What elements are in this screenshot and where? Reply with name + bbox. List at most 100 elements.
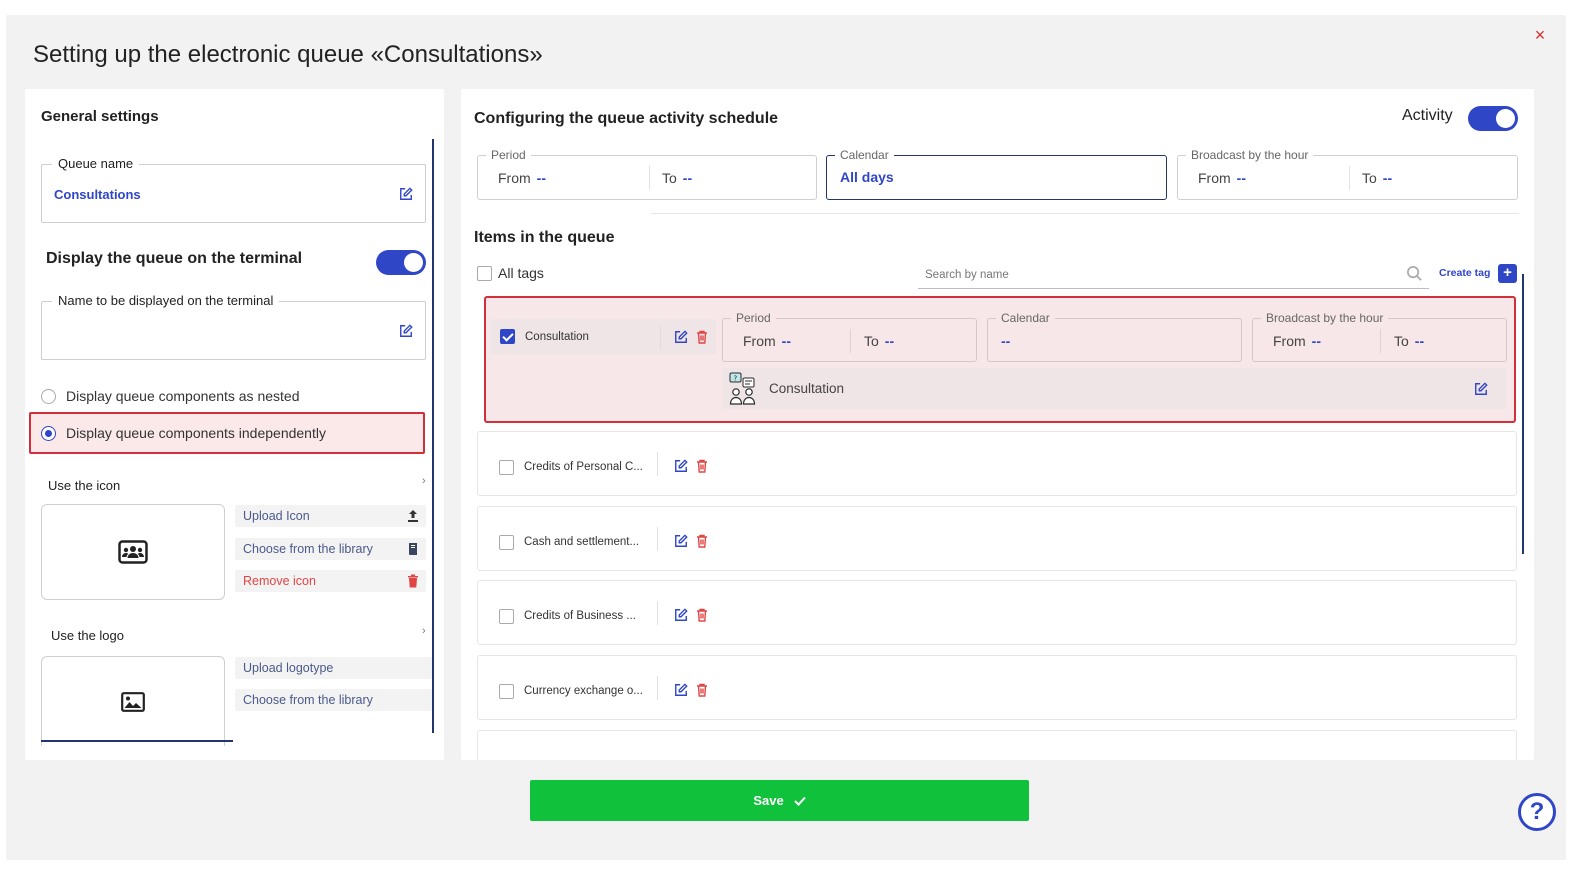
- list-item[interactable]: Cash and settlement...: [477, 506, 1517, 571]
- item-broadcast-field[interactable]: Broadcast by the hour From -- To --: [1252, 311, 1507, 362]
- items-title: Items in the queue: [474, 229, 615, 246]
- upload-logotype-button[interactable]: Upload logotype: [235, 657, 433, 679]
- terminal-display-title: Display the queue on the terminal: [46, 250, 303, 267]
- chevron-right-icon[interactable]: ›: [422, 625, 426, 637]
- broadcast-to[interactable]: To --: [1394, 333, 1424, 349]
- radio-independent[interactable]: Display queue components independently: [41, 421, 326, 445]
- list-item[interactable]: Credits of Personal C...: [477, 431, 1517, 496]
- trash-icon[interactable]: [696, 608, 708, 622]
- trash-icon[interactable]: [696, 459, 708, 473]
- broadcast-field[interactable]: Broadcast by the hour From -- To --: [1177, 148, 1518, 200]
- search-input[interactable]: [925, 265, 1395, 285]
- trash-icon: [408, 574, 418, 588]
- choose-library-logo-button[interactable]: Choose from the library: [235, 689, 433, 711]
- item-checkbox[interactable]: [499, 609, 514, 624]
- from-label: From: [1198, 170, 1231, 186]
- terminal-name-field[interactable]: Name to be displayed on the terminal: [41, 293, 426, 360]
- book-icon: [409, 543, 417, 555]
- remove-icon-button[interactable]: Remove icon: [235, 570, 426, 592]
- calendar-legend: Calendar: [835, 148, 894, 162]
- save-label: Save: [753, 793, 784, 808]
- close-button[interactable]: ×: [1528, 23, 1552, 47]
- list-item[interactable]: Credits of Business ...: [477, 580, 1517, 645]
- broadcast-from[interactable]: From --: [1273, 333, 1321, 349]
- period-from[interactable]: From --: [498, 170, 546, 186]
- period-from[interactable]: From --: [743, 333, 791, 349]
- trash-icon[interactable]: [696, 330, 708, 344]
- broadcast-from[interactable]: From --: [1198, 170, 1246, 186]
- search-box: [918, 261, 1429, 289]
- list-item[interactable]: Currency exchange o...: [477, 655, 1517, 720]
- terminal-display-toggle[interactable]: [376, 250, 426, 275]
- item-name: Cash and settlement...: [524, 536, 640, 548]
- radio-nested-circle[interactable]: [41, 388, 56, 404]
- all-tags-checkbox[interactable]: [477, 266, 492, 281]
- item-checkbox[interactable]: [499, 684, 514, 699]
- to-label: To: [864, 333, 879, 349]
- trash-icon[interactable]: [696, 683, 708, 697]
- radio-nested-label: Display queue components as nested: [66, 388, 300, 404]
- scrollbar[interactable]: [1522, 274, 1524, 554]
- queue-name-label: Queue name: [52, 156, 140, 171]
- broadcast-legend: Broadcast by the hour: [1261, 311, 1389, 325]
- list-item[interactable]: [477, 730, 1517, 760]
- selected-item-card: Consultation Period From -- To -- Calendar…: [484, 296, 1516, 423]
- to-label: To: [1362, 170, 1377, 186]
- radio-nested[interactable]: Display queue components as nested: [41, 384, 299, 408]
- terminal-name-label: Name to be displayed on the terminal: [52, 293, 280, 308]
- item-calendar-field[interactable]: Calendar --: [987, 311, 1242, 362]
- scrollbar[interactable]: [432, 139, 434, 733]
- item-checkbox[interactable]: [499, 535, 514, 550]
- chevron-right-icon[interactable]: ›: [422, 475, 426, 487]
- component-row[interactable]: ? Consultation: [722, 368, 1506, 409]
- general-settings-title: General settings: [41, 108, 159, 125]
- trash-icon[interactable]: [696, 534, 708, 548]
- create-tag-button[interactable]: +: [1498, 264, 1517, 283]
- upload-logotype-label: Upload logotype: [243, 661, 334, 675]
- edit-icon[interactable]: [674, 459, 688, 473]
- from-value: --: [781, 333, 791, 349]
- period-to[interactable]: To --: [662, 170, 692, 186]
- to-value: --: [682, 170, 693, 186]
- create-tag-link[interactable]: Create tag: [1439, 267, 1490, 279]
- use-logo-label: Use the logo: [51, 628, 124, 643]
- choose-library-logo-label: Choose from the library: [243, 693, 373, 707]
- edit-icon[interactable]: [674, 608, 688, 622]
- group-icon: [118, 540, 148, 564]
- edit-icon[interactable]: [674, 330, 688, 344]
- to-value: --: [1382, 170, 1393, 186]
- search-icon[interactable]: [1406, 265, 1423, 282]
- queue-name-value: Consultations: [54, 187, 141, 202]
- consultation-icon: ?: [729, 372, 756, 405]
- save-button[interactable]: Save: [530, 780, 1029, 821]
- general-settings-scroll[interactable]: General settings Queue name Consultation…: [25, 89, 435, 760]
- help-button[interactable]: ?: [1518, 793, 1556, 831]
- edit-icon[interactable]: [399, 187, 413, 201]
- period-to[interactable]: To --: [864, 333, 894, 349]
- upload-icon-button[interactable]: Upload Icon: [235, 505, 426, 527]
- item-checkbox[interactable]: [500, 329, 515, 344]
- edit-icon[interactable]: [1474, 382, 1488, 396]
- item-period-field[interactable]: Period From -- To --: [722, 311, 977, 362]
- to-label: To: [1394, 333, 1409, 349]
- from-label: From: [1273, 333, 1306, 349]
- to-value: --: [1414, 333, 1425, 349]
- calendar-value: --: [1001, 333, 1011, 349]
- calendar-field[interactable]: Calendar All days: [826, 148, 1167, 200]
- edit-icon[interactable]: [674, 683, 688, 697]
- calendar-legend: Calendar: [996, 311, 1055, 325]
- from-value: --: [1311, 333, 1321, 349]
- edit-icon[interactable]: [674, 534, 688, 548]
- schedule-title: Configuring the queue activity schedule: [474, 110, 779, 127]
- item-checkbox[interactable]: [499, 460, 514, 475]
- edit-icon[interactable]: [399, 324, 413, 338]
- broadcast-to[interactable]: To --: [1362, 170, 1392, 186]
- broadcast-legend: Broadcast by the hour: [1186, 148, 1314, 162]
- queue-name-field[interactable]: Queue name Consultations: [41, 156, 426, 223]
- choose-library-button[interactable]: Choose from the library: [235, 538, 426, 560]
- radio-independent-circle[interactable]: [41, 425, 56, 441]
- activity-toggle[interactable]: [1468, 106, 1518, 131]
- selected-item-row[interactable]: Consultation: [490, 319, 716, 354]
- period-field[interactable]: Period From -- To --: [477, 148, 817, 200]
- upload-icon: [408, 510, 418, 522]
